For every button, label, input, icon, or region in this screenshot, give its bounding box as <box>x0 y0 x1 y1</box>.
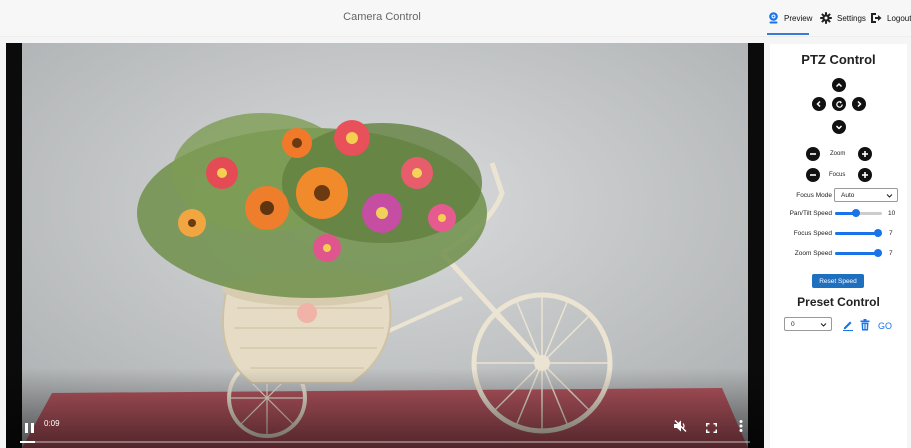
nav-settings-label: Settings <box>837 13 866 23</box>
edit-preset-button[interactable] <box>842 318 854 336</box>
focus-mode-label: Focus Mode <box>796 192 832 199</box>
chevron-up-icon <box>835 82 843 88</box>
nav-preview[interactable]: Preview <box>768 8 812 28</box>
focus-speed-label: Focus Speed <box>793 230 832 237</box>
active-tab-indicator <box>767 33 809 35</box>
reset-speed-button[interactable]: Reset Speed <box>812 274 864 288</box>
minus-icon <box>810 153 816 155</box>
nav-logout[interactable]: Logout <box>870 8 911 28</box>
chevron-left-icon <box>816 100 821 108</box>
ptz-control-title: PTZ Control <box>801 52 876 67</box>
zoom-speed-label: Zoom Speed <box>794 250 832 257</box>
tilt-up-button[interactable] <box>832 78 846 92</box>
nav-settings[interactable]: Settings <box>820 8 866 28</box>
nav-logout-label: Logout <box>887 13 911 23</box>
pan-right-button[interactable] <box>852 97 866 111</box>
video-player[interactable]: 0:09 <box>6 43 764 448</box>
nav-preview-label: Preview <box>784 13 813 23</box>
logout-icon <box>870 12 882 24</box>
pan-tilt-speed-value: 10 <box>888 210 896 217</box>
trash-icon <box>860 319 870 331</box>
gear-icon <box>820 12 832 24</box>
preset-control-title: Preset Control <box>797 295 880 309</box>
focus-far-button[interactable] <box>858 168 872 182</box>
plus-icon <box>862 151 868 157</box>
more-options-icon[interactable] <box>739 419 743 437</box>
camera-icon <box>768 12 779 24</box>
chevron-down-icon <box>835 125 843 130</box>
zoom-label: Zoom <box>830 151 846 157</box>
zoom-speed-slider[interactable] <box>835 249 882 259</box>
video-progress-bar[interactable] <box>20 441 750 443</box>
chevron-down-icon <box>820 323 827 327</box>
focus-mode-value: Auto <box>841 191 855 199</box>
focus-speed-slider[interactable] <box>835 229 882 239</box>
plus-icon <box>862 172 868 178</box>
preset-select-value: 0 <box>791 320 795 328</box>
home-reset-button[interactable] <box>832 97 846 111</box>
page-title: Camera Control <box>343 11 421 23</box>
refresh-icon <box>835 100 843 108</box>
controls-gradient <box>6 368 764 448</box>
tilt-down-button[interactable] <box>832 120 846 134</box>
playback-time: 0:09 <box>44 419 60 428</box>
focus-near-button[interactable] <box>806 168 820 182</box>
chevron-down-icon <box>886 194 893 198</box>
header-divider <box>0 36 911 37</box>
focus-mode-select[interactable]: Auto <box>834 188 898 202</box>
top-bar: Camera Control Preview Settings Logout <box>0 0 911 36</box>
chevron-right-icon <box>857 100 862 108</box>
pencil-icon <box>843 321 853 331</box>
pause-icon[interactable] <box>25 420 34 438</box>
pan-tilt-speed-label: Pan/Tilt Speed <box>789 210 832 217</box>
preset-select[interactable]: 0 <box>784 317 832 331</box>
focus-label: Focus <box>829 172 846 178</box>
delete-preset-button[interactable] <box>860 318 870 336</box>
focus-speed-value: 7 <box>889 230 893 237</box>
zoom-in-button[interactable] <box>858 147 872 161</box>
fullscreen-icon[interactable] <box>706 420 717 438</box>
go-preset-button[interactable]: GO <box>878 321 892 331</box>
zoom-out-button[interactable] <box>806 147 820 161</box>
minus-icon <box>810 174 816 176</box>
zoom-speed-value: 7 <box>889 250 893 257</box>
pan-tilt-speed-slider[interactable] <box>835 209 882 219</box>
video-progress-fill <box>20 441 35 443</box>
mute-icon[interactable] <box>674 419 687 437</box>
control-panel: PTZ Control Zoom Focus Focus Mode Auto P… <box>770 44 907 448</box>
pan-left-button[interactable] <box>812 97 826 111</box>
